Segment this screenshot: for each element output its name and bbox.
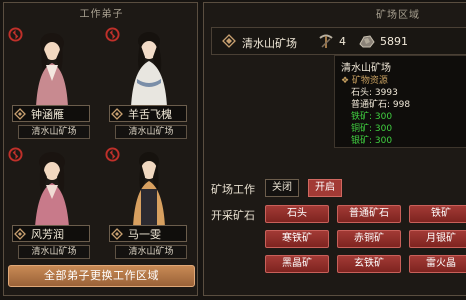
ore-button-black-crystal[interactable]: 黑晶矿 [265, 255, 329, 273]
disciple-name: 羊舌飞槐 [128, 107, 172, 121]
disciple-name: 马一雯 [128, 227, 161, 241]
ore-button-stone[interactable]: 石头 [265, 205, 329, 223]
mine-area-panel: 矿场区域 清水山矿场 4 5891 清水山矿场 ❖ 矿物资源 石头: 3993 [203, 2, 466, 296]
diamond-icon [110, 226, 124, 241]
disciple-portrait [36, 33, 68, 107]
swap-all-disciples-button[interactable]: 全部弟子更换工作区域 [8, 265, 195, 287]
mine-name: 清水山矿场 [242, 37, 297, 50]
ore-icon [359, 35, 375, 48]
disciple-portrait [133, 152, 165, 227]
disciples-panel-title: 工作弟子 [79, 9, 124, 20]
disciple-name: 风芳润 [31, 227, 64, 241]
ore-button-cold-iron[interactable]: 寒铁矿 [265, 230, 329, 248]
mine-resources-tooltip: 清水山矿场 ❖ 矿物资源 石头: 3993 普通矿石: 998 铁矿: 300 … [334, 55, 466, 148]
disciple-card: 风芳润 清水山矿场 [6, 143, 98, 259]
resource-line: 银矿: 300 [351, 136, 393, 146]
disciple-portrait [35, 152, 69, 227]
disciple-name: 钟涵雁 [31, 107, 64, 121]
diamond-icon [110, 106, 124, 121]
ore-count: 5891 [380, 35, 408, 48]
diamond-icon [13, 106, 27, 121]
tooltip-title: 清水山矿场 [341, 63, 391, 74]
disciple-card: 钟涵雁 清水山矿场 [6, 23, 98, 139]
disciple-card: 羊舌飞槐 清水山矿场 [103, 23, 195, 139]
game-screen: 工作弟子 钟涵雁 清水山矿场 羊舌飞槐 清水山矿场 风芳润 清水山矿场 马一雯 … [0, 0, 466, 300]
ore-button-common[interactable]: 普通矿石 [337, 205, 401, 223]
mine-icon [222, 34, 236, 48]
pickaxe-count: 4 [339, 35, 346, 48]
ore-button-moon-silver[interactable]: 月银矿 [409, 230, 466, 248]
disciple-mine-tag: 清水山矿场 [18, 125, 90, 139]
ore-select-label: 开采矿石 [211, 209, 255, 222]
disciple-name-box[interactable]: 羊舌飞槐 [109, 105, 187, 122]
ore-button-red-copper[interactable]: 赤铜矿 [337, 230, 401, 248]
disciple-portrait [131, 32, 167, 107]
mine-info-bar[interactable]: 清水山矿场 4 5891 [211, 27, 466, 55]
disciple-mine-tag: 清水山矿场 [18, 245, 90, 259]
ore-button-thunder-fire[interactable]: 雷火晶 [409, 255, 466, 273]
pickaxe-icon [319, 34, 333, 48]
mine-area-panel-title: 矿场区域 [376, 10, 420, 21]
ore-button-dark-iron[interactable]: 玄铁矿 [337, 255, 401, 273]
disciples-panel: 工作弟子 钟涵雁 清水山矿场 羊舌飞槐 清水山矿场 风芳润 清水山矿场 马一雯 … [3, 2, 198, 296]
diamond-icon [13, 226, 27, 241]
disciple-name-box[interactable]: 钟涵雁 [12, 105, 90, 122]
ore-button-iron[interactable]: 铁矿 [409, 205, 466, 223]
disciple-mine-tag: 清水山矿场 [115, 245, 187, 259]
disciple-name-box[interactable]: 风芳润 [12, 225, 90, 242]
disciple-card: 马一雯 清水山矿场 [103, 143, 195, 259]
disciple-mine-tag: 清水山矿场 [115, 125, 187, 139]
mine-work-on-button[interactable]: 开启 [308, 179, 342, 197]
mine-work-label: 矿场工作 [211, 183, 255, 196]
mine-work-off-button[interactable]: 关闭 [265, 179, 299, 197]
disciple-name-box[interactable]: 马一雯 [109, 225, 187, 242]
